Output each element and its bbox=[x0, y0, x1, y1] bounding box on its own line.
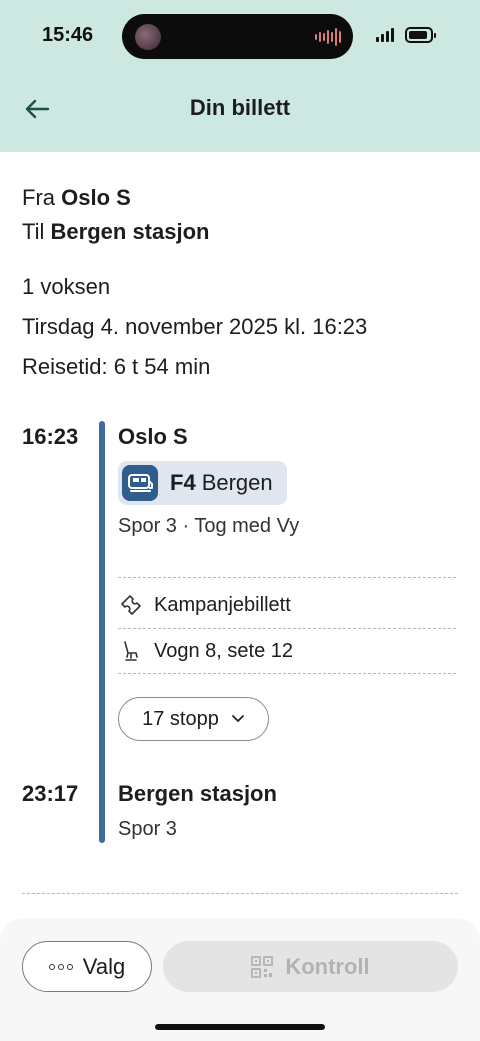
options-button[interactable]: Valg bbox=[22, 941, 152, 992]
to-line: Til Bergen stasjon bbox=[22, 219, 209, 245]
seat-row: Vogn 8, sete 12 bbox=[118, 638, 293, 664]
audio-waveform-icon bbox=[315, 27, 341, 47]
train-line-badge[interactable]: F4 Bergen bbox=[118, 461, 287, 505]
from-station: Oslo S bbox=[61, 185, 131, 210]
divider bbox=[22, 893, 458, 894]
chevron-down-icon bbox=[231, 715, 244, 722]
home-indicator bbox=[155, 1024, 325, 1030]
status-time: 15:46 bbox=[42, 24, 94, 46]
more-dots-icon bbox=[48, 963, 73, 970]
ticket-type-row: Kampanjebillett bbox=[118, 592, 291, 618]
page-title: Din billett bbox=[189, 95, 291, 120]
arrival-platform: Spor 3 bbox=[118, 818, 177, 840]
departure-datetime: Tirsdag 4. november 2025 kl. 16:23 bbox=[22, 314, 368, 339]
train-icon bbox=[122, 465, 158, 501]
passengers: 1 voksen bbox=[22, 274, 111, 299]
to-prefix: Til bbox=[22, 219, 45, 244]
departure-time: 16:23 bbox=[22, 424, 79, 449]
to-station: Bergen stasjon bbox=[50, 219, 210, 244]
from-prefix: Fra bbox=[22, 185, 55, 210]
travel-time: Reisetid: 6 t 54 min bbox=[22, 354, 211, 379]
options-label: Valg bbox=[82, 953, 126, 979]
seat-icon bbox=[118, 638, 144, 664]
divider bbox=[118, 577, 456, 578]
stops-toggle-button[interactable]: 17 stopp bbox=[118, 697, 269, 741]
departure-details: Spor 3 · Tog med Vy bbox=[118, 515, 300, 537]
divider bbox=[118, 673, 456, 674]
ticket-type: Kampanjebillett bbox=[154, 593, 291, 616]
departure-station: Oslo S bbox=[118, 424, 188, 449]
stops-label: 17 stopp bbox=[142, 707, 219, 730]
arrival-time: 23:17 bbox=[22, 781, 79, 806]
divider bbox=[118, 628, 456, 629]
ticket-icon bbox=[118, 592, 144, 618]
dynamic-island bbox=[122, 14, 353, 59]
control-label: Kontroll bbox=[285, 953, 370, 979]
qr-code-icon bbox=[251, 955, 274, 978]
battery-icon bbox=[405, 27, 436, 43]
journey-line bbox=[99, 421, 105, 843]
now-playing-artwork bbox=[135, 24, 161, 50]
arrival-station: Bergen stasjon bbox=[118, 781, 277, 806]
cellular-signal-icon bbox=[376, 28, 394, 42]
from-line: Fra Oslo S bbox=[22, 185, 131, 211]
train-destination: Bergen bbox=[201, 470, 273, 495]
control-button[interactable]: Kontroll bbox=[163, 941, 458, 992]
train-line: F4 bbox=[170, 470, 196, 495]
seat-info: Vogn 8, sete 12 bbox=[154, 639, 294, 662]
